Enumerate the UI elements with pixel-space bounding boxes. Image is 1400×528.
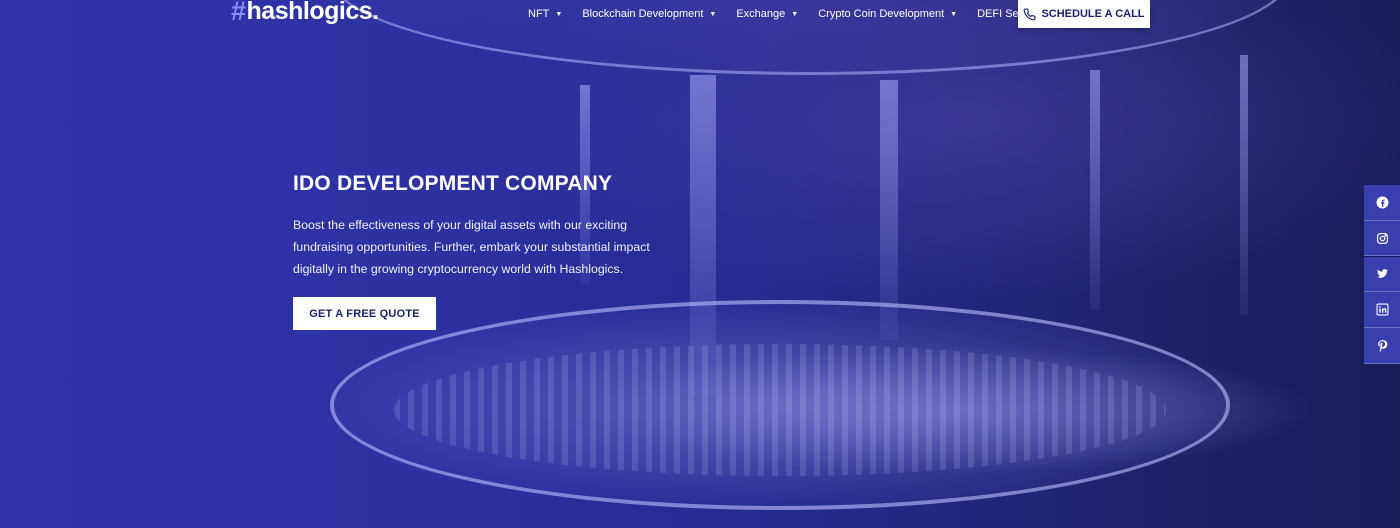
hero-title: IDO DEVELOPMENT COMPANY [293,172,613,195]
menu-item-label: NFT [528,8,550,20]
decor-light-beam [1240,55,1248,315]
menu-item-crypto-coin-development[interactable]: Crypto Coin Development ▼ [818,8,957,20]
social-linkedin[interactable] [1364,292,1400,328]
hero-section: IDO DEVELOPMENT COMPANY Boost the effect… [293,170,713,330]
logo-hash-symbol: # [231,0,246,26]
decor-ring-bottom [330,300,1230,510]
caret-down-icon: ▼ [555,10,563,18]
social-share-bar [1364,185,1400,364]
caret-down-icon: ▼ [791,10,799,18]
menu-item-blockchain-development[interactable]: Blockchain Development ▼ [582,8,716,20]
phone-icon [1024,8,1036,20]
caret-down-icon: ▼ [709,10,717,18]
hero-description: Boost the effectiveness of your digital … [293,218,650,276]
social-instagram[interactable] [1364,220,1400,257]
menu-item-label: Crypto Coin Development [818,8,945,20]
caret-down-icon: ▼ [950,10,958,18]
schedule-call-label: SCHEDULE A CALL [1041,8,1145,20]
menu-item-exchange[interactable]: Exchange ▼ [736,8,798,20]
menu-item-label: Blockchain Development [582,8,704,20]
social-facebook[interactable] [1364,185,1400,221]
top-navigation: # hashlogics. NFT ▼ Blockchain Developme… [0,0,1400,32]
social-pinterest[interactable] [1364,328,1400,364]
pinterest-icon [1377,340,1387,352]
brand-logo[interactable]: # hashlogics. [231,0,379,27]
facebook-icon [1376,196,1388,209]
linkedin-icon [1376,303,1388,316]
menu-item-label: Exchange [736,8,786,20]
main-menu: NFT ▼ Blockchain Development ▼ Exchange … [528,0,1080,28]
twitter-icon [1376,269,1388,279]
decor-light-beam [1090,70,1100,310]
menu-item-nft[interactable]: NFT ▼ [528,8,562,20]
instagram-icon [1376,232,1388,244]
schedule-call-button[interactable]: SCHEDULE A CALL [1018,0,1150,28]
get-free-quote-button[interactable]: GET A FREE QUOTE [293,297,436,330]
social-twitter[interactable] [1364,256,1400,293]
logo-text: hashlogics. [246,0,380,25]
decor-light-beam [880,80,898,340]
